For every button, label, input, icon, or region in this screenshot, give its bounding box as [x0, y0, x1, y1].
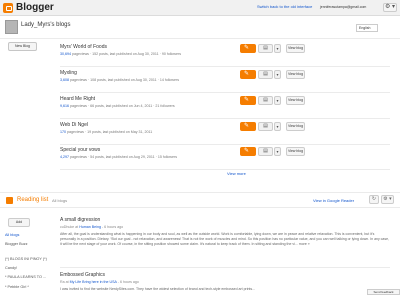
blog-stats: 4,297 pageviews · 54 posts, last publish…: [60, 155, 177, 159]
settings-gear-button[interactable]: ⚙ ▾: [383, 3, 397, 12]
blog-row: Special your vows 4,297 pageviews · 54 p…: [60, 145, 390, 170]
pageviews-count[interactable]: 4,297: [60, 155, 69, 159]
old-interface-link[interactable]: Switch back to the old interface: [257, 4, 312, 9]
view-blog-button[interactable]: View blog: [286, 70, 305, 79]
feed-source-link[interactable]: Human Being: [79, 225, 101, 229]
account-email[interactable]: jenniferasutampa@gmail.com: [318, 3, 382, 11]
new-blog-button[interactable]: New Blog: [8, 42, 37, 51]
blog-stats: 30,694 pageviews · 152 posts, last publi…: [60, 52, 181, 56]
chevron-down-icon[interactable]: ▾: [274, 96, 281, 105]
send-feedback-button[interactable]: Send feedback: [367, 289, 400, 295]
view-blog-button[interactable]: View blog: [286, 147, 305, 156]
reading-list-filter: All blogs: [52, 198, 68, 203]
new-post-button[interactable]: [240, 122, 256, 131]
posts-list-button[interactable]: ▤: [258, 147, 273, 156]
blog-title[interactable]: Special your vows: [60, 147, 100, 153]
blog-title[interactable]: Myrs' World of Foods: [60, 44, 107, 50]
feed-item-body: After all, the goal is understanding wha…: [60, 232, 390, 246]
sidebar-item-all-blogs[interactable]: All blogs: [5, 233, 19, 237]
pageviews-count[interactable]: 3,608: [60, 78, 69, 82]
language-select[interactable]: English: [356, 24, 378, 32]
blog-title[interactable]: Web Di Ngel: [60, 122, 88, 128]
blog-row: Myxling 3,608 pageviews · 108 posts, las…: [60, 68, 390, 93]
refresh-icon[interactable]: ↻: [369, 195, 379, 204]
new-post-button[interactable]: [240, 70, 256, 79]
reading-settings-gear-button[interactable]: ⚙ ▾: [381, 195, 394, 204]
view-blog-button[interactable]: View blog: [286, 122, 305, 131]
blog-stats-text: pageviews · 108 posts, last published on…: [69, 78, 180, 82]
feed-time: - 6 hours ago: [100, 225, 124, 229]
feed-author: cuDhuke at: [60, 225, 80, 229]
blog-stats: 3,608 pageviews · 108 posts, last publis…: [60, 78, 179, 82]
feed-item-title[interactable]: Embossed Graphics: [60, 272, 390, 278]
page-title: Lady_Myrs's blogs: [21, 22, 71, 28]
google-reader-link[interactable]: View in Google Reader: [313, 198, 354, 203]
chevron-down-icon[interactable]: ▾: [274, 44, 281, 53]
feed-item: A small digression cuDhuke at Human Bein…: [60, 217, 390, 247]
posts-list-button[interactable]: ▤: [258, 44, 273, 53]
blog-stats-text: pageviews · 152 posts, last published on…: [71, 52, 182, 56]
feed-item-title[interactable]: A small digression: [60, 217, 390, 223]
blogger-logo-icon[interactable]: [3, 3, 13, 13]
new-post-button[interactable]: [240, 44, 256, 53]
blog-stats: 9,616 pageviews · 66 posts, last publish…: [60, 104, 175, 108]
view-blog-button[interactable]: View blog: [286, 44, 305, 53]
pageviews-count[interactable]: 30,694: [60, 52, 71, 56]
brand-name[interactable]: Blogger: [16, 2, 54, 13]
chevron-down-icon[interactable]: ▾: [274, 70, 281, 79]
sidebar-item[interactable]: * Pebble Girl *: [5, 285, 29, 289]
blog-row: Myrs' World of Foods 30,694 pageviews · …: [60, 42, 390, 67]
blog-stats-text: pageviews · 66 posts, last published on …: [69, 104, 175, 108]
top-bar: Blogger Switch back to the old interface…: [0, 0, 400, 16]
new-post-button[interactable]: [240, 147, 256, 156]
blog-title[interactable]: Myxling: [60, 70, 77, 76]
blog-row: Web Di Ngel 170 pageviews · 19 posts, la…: [60, 120, 390, 145]
blog-title[interactable]: Heard Me Right: [60, 96, 95, 102]
posts-list-button[interactable]: ▤: [258, 96, 273, 105]
view-more-link[interactable]: View more: [227, 171, 246, 176]
chevron-down-icon[interactable]: ▾: [274, 147, 281, 156]
blog-row: Heard Me Right 9,616 pageviews · 66 post…: [60, 94, 390, 119]
new-post-button[interactable]: [240, 96, 256, 105]
blog-stats-text: pageviews · 54 posts, last published on …: [69, 155, 178, 159]
chevron-down-icon[interactable]: ▾: [274, 122, 281, 131]
feed-item-body: I was invited to find the website NerdyS…: [60, 287, 256, 291]
reading-list-header: Reading list All blogs View in Google Re…: [0, 192, 400, 208]
sidebar-item[interactable]: Blogger Buzz: [5, 242, 28, 246]
avatar[interactable]: [5, 20, 18, 34]
sidebar-item[interactable]: * PAULA LEARNS TO ...: [5, 275, 46, 279]
posts-list-button[interactable]: ▤: [258, 122, 273, 131]
feed-time: - 6 hours ago: [116, 280, 139, 284]
rss-icon: [6, 197, 13, 204]
profile-row: Lady_Myrs's blogs English: [0, 17, 400, 39]
posts-list-button[interactable]: ▤: [258, 70, 273, 79]
view-blog-button[interactable]: View blog: [286, 96, 305, 105]
feed-item-meta: Ra at My Life Bring here in the USA - 6 …: [60, 280, 390, 284]
divider: [60, 267, 390, 268]
feed-author: Ra at: [60, 280, 70, 284]
feed-item: Embossed Graphics Ra at My Life Bring he…: [60, 272, 390, 292]
blog-stats-text: pageviews · 19 posts, last published on …: [66, 130, 153, 134]
sidebar-item[interactable]: Candy!: [5, 266, 17, 270]
add-blog-button[interactable]: Add: [8, 218, 30, 227]
blog-stats: 170 pageviews · 19 posts, last published…: [60, 130, 152, 134]
feed-item-meta: cuDhuke at Human Being - 6 hours ago: [60, 225, 390, 229]
sidebar-item[interactable]: (*) BLOGS INI PINOY (*): [5, 257, 47, 261]
pageviews-count[interactable]: 9,616: [60, 104, 69, 108]
reading-list-title: Reading list: [17, 197, 49, 203]
feed-source-link[interactable]: My Life Bring here in the USA: [70, 280, 117, 284]
